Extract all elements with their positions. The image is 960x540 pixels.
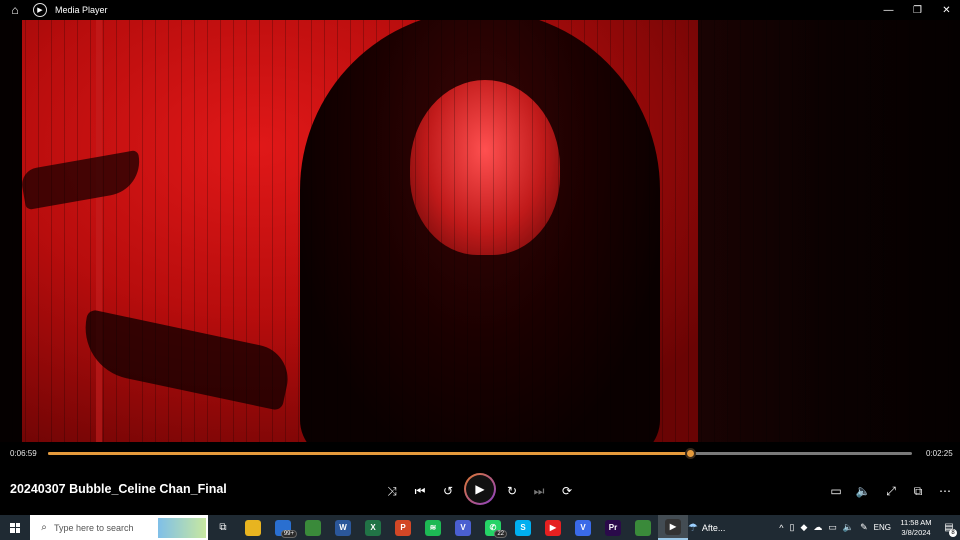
- search-icon: ⌕: [41, 522, 47, 533]
- taskbar-app-chrome[interactable]: [298, 515, 328, 540]
- play-icon: ▶: [475, 482, 485, 496]
- volume-icon: 🔈: [855, 484, 871, 498]
- clock-time: 11:58 AM: [900, 517, 932, 527]
- taskbar-app-excel[interactable]: X: [358, 515, 388, 540]
- excel-icon: X: [365, 519, 381, 536]
- system-tray: ^ ▯ ◆ ☁ ▭ 🔈 ✎ ENG 11:58 AM 3/8/2024 ▤ 8: [776, 515, 960, 540]
- shuffle-icon: ⤨: [387, 483, 397, 498]
- fullscreen-icon: ⤢: [886, 483, 896, 498]
- speaker-icon[interactable]: 🔈: [840, 522, 857, 533]
- notification-center-button[interactable]: ▤ 8: [938, 515, 960, 540]
- weather-widget[interactable]: ☂ Afte...: [688, 521, 743, 534]
- more-icon: ⋯: [939, 484, 951, 498]
- fullscreen-button[interactable]: ⤢: [880, 480, 902, 502]
- onedrive-icon[interactable]: ☁: [810, 522, 825, 533]
- skip-forward-30-button[interactable]: ↻: [501, 480, 523, 502]
- pinned-apps: 99+ W X P ≋ V ✆ 22 S ▶ V Pr ▶: [238, 515, 688, 540]
- play-button[interactable]: ▶: [464, 473, 496, 505]
- taskbar-app-powerpoint[interactable]: P: [388, 515, 418, 540]
- playback-controls: 0:06:59 0:02:25 20240307 Bubble_Celine C…: [0, 442, 960, 515]
- search-placeholder: Type here to search: [54, 522, 134, 533]
- spotify-icon: ≋: [425, 519, 441, 536]
- clock[interactable]: 11:58 AM 3/8/2024: [894, 518, 938, 538]
- taskbar: ⌕ Type here to search ⧉ 99+ W X P ≋ V ✆ 22 S ▶ V Pr…: [0, 515, 960, 540]
- media-player-icon: ▶: [665, 518, 681, 535]
- media-title: 20240307 Bubble_Celine Chan_Final: [10, 482, 227, 496]
- whatsapp-badge: 22: [494, 530, 507, 538]
- premiere-icon: Pr: [605, 519, 621, 536]
- skype-icon: S: [515, 519, 531, 536]
- minimize-button[interactable]: —: [873, 0, 904, 20]
- pen-icon[interactable]: ✎: [857, 522, 871, 533]
- skip-back-icon: ↺: [442, 484, 454, 498]
- youtube-icon: ▶: [545, 519, 561, 536]
- repeat-button[interactable]: ⟳: [556, 480, 578, 502]
- chrome-icon: [305, 519, 321, 536]
- video-frame[interactable]: [0, 20, 960, 442]
- title-bar: ⌂ ▶ Media Player — ❐ ✕: [0, 0, 960, 20]
- vegas-icon: V: [575, 519, 591, 536]
- tray-overflow-chevron-icon[interactable]: ^: [776, 523, 786, 533]
- taskbar-app-media-player[interactable]: ▶: [658, 515, 688, 540]
- shuffle-button[interactable]: ⤨: [381, 480, 403, 502]
- weather-icon: ☂: [688, 522, 698, 534]
- next-icon: ⏭: [533, 483, 545, 498]
- taskbar-app-skype[interactable]: S: [508, 515, 538, 540]
- remaining-time: 0:02:25: [926, 449, 953, 458]
- skip-forward-icon: ↻: [506, 484, 518, 498]
- powerpoint-icon: P: [395, 519, 411, 536]
- taskbar-app-whatsapp[interactable]: ✆ 22: [478, 515, 508, 540]
- battery-icon[interactable]: ▭: [825, 522, 840, 533]
- home-icon[interactable]: ⌂: [0, 0, 30, 20]
- start-button[interactable]: [0, 515, 30, 540]
- chrome-2-icon: [635, 519, 651, 536]
- taskbar-search-box[interactable]: ⌕ Type here to search: [30, 515, 208, 540]
- outlook-badge: 99+: [280, 530, 297, 538]
- task-view-button[interactable]: ⧉: [208, 515, 238, 540]
- taskbar-app-premiere[interactable]: Pr: [598, 515, 628, 540]
- taskbar-app-chrome-2[interactable]: [628, 515, 658, 540]
- next-button[interactable]: ⏭: [528, 480, 550, 502]
- search-highlight-image: [158, 517, 206, 538]
- seek-bar-thumb[interactable]: [684, 448, 696, 459]
- task-view-icon: ⧉: [219, 522, 227, 533]
- elapsed-time: 0:06:59: [10, 449, 37, 458]
- miniplayer-button[interactable]: ⧉: [907, 480, 929, 502]
- taskbar-app-outlook[interactable]: 99+: [268, 515, 298, 540]
- volume-button[interactable]: 🔈: [852, 480, 874, 502]
- word-icon: W: [335, 519, 351, 536]
- dropbox-icon[interactable]: ◆: [797, 522, 810, 533]
- seek-bar[interactable]: [48, 448, 912, 459]
- phone-link-icon[interactable]: ▯: [787, 522, 798, 533]
- taskbar-app-vpn[interactable]: V: [448, 515, 478, 540]
- close-button[interactable]: ✕: [931, 0, 960, 20]
- repeat-icon: ⟳: [561, 484, 573, 498]
- video-scanline-overlay: [0, 20, 960, 442]
- media-player-app-icon: ▶: [33, 3, 47, 17]
- taskbar-app-spotify[interactable]: ≋: [418, 515, 448, 540]
- weather-text: Afte...: [701, 522, 726, 533]
- previous-icon: ⏮: [414, 483, 426, 498]
- more-options-button[interactable]: ⋯: [934, 480, 956, 502]
- seek-bar-progress: [48, 452, 690, 455]
- taskbar-app-file-explorer[interactable]: [238, 515, 268, 540]
- language-indicator[interactable]: ENG: [871, 523, 894, 532]
- file-explorer-icon: [245, 519, 261, 536]
- previous-button[interactable]: ⏮: [409, 480, 431, 502]
- captions-button[interactable]: ▭: [825, 480, 847, 502]
- taskbar-app-youtube[interactable]: ▶: [538, 515, 568, 540]
- media-player-window: ⌂ ▶ Media Player — ❐ ✕ 0:06:59 0:02:25 2…: [0, 0, 960, 515]
- maximize-button[interactable]: ❐: [902, 0, 933, 20]
- vpn-icon: V: [455, 519, 471, 536]
- window-title: Media Player: [55, 5, 108, 15]
- miniplayer-icon: ⧉: [913, 483, 923, 498]
- skip-back-10-button[interactable]: ↺: [437, 480, 459, 502]
- notification-count-badge: 8: [949, 529, 957, 537]
- windows-logo-icon: [10, 522, 20, 533]
- taskbar-app-vegas[interactable]: V: [568, 515, 598, 540]
- captions-icon: ▭: [830, 484, 842, 498]
- taskbar-app-word[interactable]: W: [328, 515, 358, 540]
- clock-date: 3/8/2024: [901, 527, 931, 537]
